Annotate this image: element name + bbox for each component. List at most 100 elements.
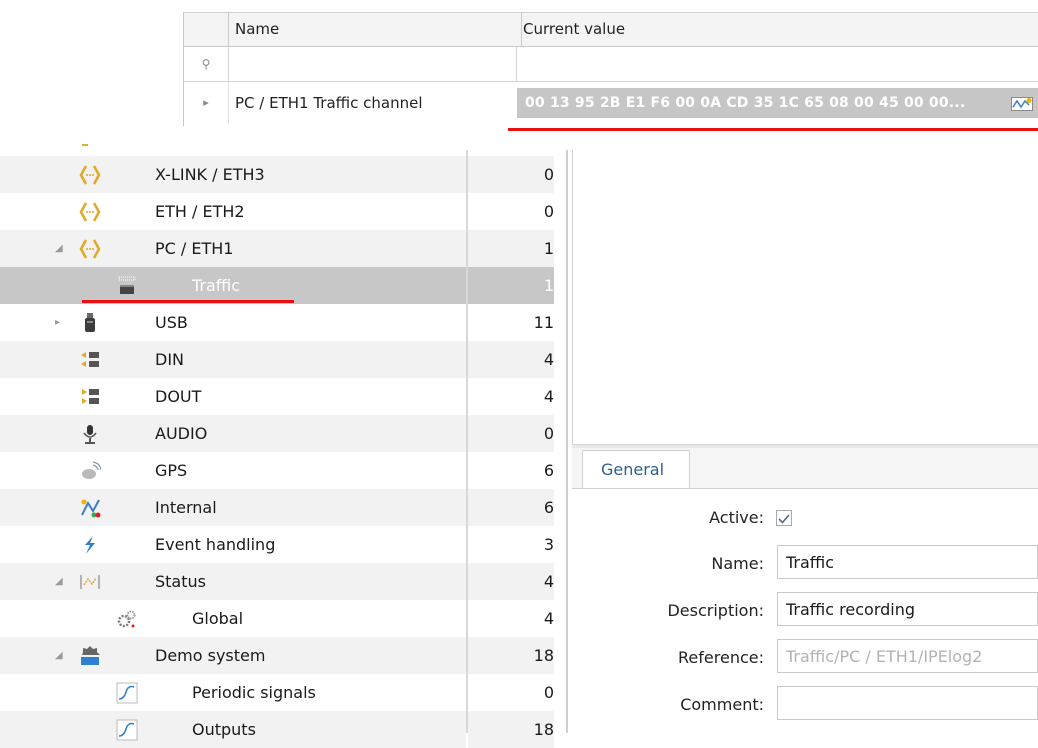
tree-item-label: Outputs — [192, 720, 256, 739]
count-cell: 6 — [543, 461, 554, 480]
grid-header: Name Current value — [184, 13, 1038, 47]
waveform-editor-icon[interactable] — [1011, 97, 1033, 111]
tree-item-gps[interactable]: GPS — [0, 452, 466, 489]
row-indicator-header — [184, 13, 229, 46]
tree-item-global[interactable]: Global — [0, 600, 466, 637]
network-port-icon — [79, 202, 101, 222]
comment-field[interactable] — [777, 686, 1038, 720]
tree-item-label: X-LINK / ETH3 — [155, 165, 265, 184]
tab-strip: General — [572, 448, 1038, 489]
tree-item-label: PC / ETH1 — [155, 239, 234, 258]
tree-item-internal[interactable]: Internal — [0, 489, 466, 526]
signal-curve-icon — [116, 719, 138, 741]
count-cell: 4 — [543, 609, 554, 628]
tree-item-demo-system[interactable]: ◢ Demo system — [0, 637, 466, 674]
active-label: Active: — [709, 508, 764, 527]
signal-curve-icon — [116, 682, 138, 704]
count-cell: 0 — [468, 415, 554, 452]
name-field[interactable]: Traffic — [777, 545, 1038, 579]
tree-item-din[interactable]: DIN — [0, 341, 466, 378]
grid-data-row[interactable]: ▸ PC / ETH1 Traffic channel 00 13 95 2B … — [184, 83, 1038, 123]
count-cell: 1 — [468, 267, 554, 304]
collapse-arrow-icon[interactable]: ◢ — [55, 563, 69, 600]
channel-name-cell: PC / ETH1 Traffic channel — [235, 94, 423, 112]
collapse-arrow-icon[interactable]: ◢ — [55, 637, 69, 674]
count-cell: 1 — [468, 230, 554, 267]
channel-value-text: 00 13 95 2B E1 F6 00 0A CD 35 1C 65 08 0… — [525, 95, 966, 111]
channel-tree: X-LINK / ETH3 ETH / ETH2 ◢ PC / ETH1 Tra… — [0, 140, 468, 748]
count-cell: 4 — [543, 387, 554, 406]
tree-item-label: ETH / ETH2 — [155, 202, 245, 221]
tree-item-dout[interactable]: DOUT — [0, 378, 466, 415]
tree-item-label: DIN — [155, 350, 185, 369]
tree-item-pc-eth1[interactable]: ◢ PC / ETH1 — [0, 230, 466, 267]
lightning-icon — [85, 536, 95, 554]
tree-item-label: USB — [155, 313, 188, 332]
properties-panel: General Active: Name: Traffic Descriptio… — [572, 448, 1038, 733]
tree-item-outputs[interactable]: Outputs — [0, 711, 466, 748]
network-port-icon — [79, 239, 101, 259]
tree-item-label: Event handling — [155, 535, 276, 554]
tab-general[interactable]: General — [582, 450, 690, 488]
traffic-highlight-underline — [82, 300, 294, 303]
description-label: Description: — [667, 601, 764, 620]
microphone-icon — [83, 425, 97, 444]
tree-item-label: Internal — [155, 498, 217, 517]
count-cell: 11 — [533, 313, 554, 332]
tree-item-label: Demo system — [155, 646, 266, 665]
tree-item-audio[interactable]: AUDIO — [0, 415, 466, 452]
usb-icon — [85, 313, 95, 332]
count-cell: 18 — [468, 711, 554, 748]
collapse-arrow-icon[interactable]: ◢ — [55, 230, 69, 267]
count-cell: 3 — [543, 535, 554, 554]
digital-output-icon — [82, 389, 99, 404]
scroll-marker — [82, 144, 88, 146]
tree-item-label: GPS — [155, 461, 188, 480]
filter-pin-icon: ⚲ — [184, 47, 229, 81]
satellite-icon — [82, 461, 101, 479]
column-header-name[interactable]: Name — [229, 13, 522, 46]
description-field[interactable]: Traffic recording — [777, 592, 1038, 626]
digital-input-icon — [81, 352, 99, 367]
column-header-current-value[interactable]: Current value — [517, 13, 1038, 46]
channel-grid: Name Current value ⚲ ▸ PC / ETH1 Traffic… — [183, 12, 1038, 126]
tree-item-label: DOUT — [155, 387, 202, 406]
tree-item-label: AUDIO — [155, 424, 208, 443]
demo-system-icon — [81, 646, 100, 665]
tree-item-eth-eth2[interactable]: ETH / ETH2 — [0, 193, 466, 230]
channel-value-cell[interactable]: 00 13 95 2B E1 F6 00 0A CD 35 1C 65 08 0… — [517, 88, 1038, 118]
comment-label: Comment: — [680, 695, 764, 714]
filter-name-cell[interactable] — [229, 47, 517, 81]
count-column: 0 0 1 1 11 4 4 0 6 6 3 4 4 18 0 18 — [468, 150, 568, 748]
tree-item-label: Global — [192, 609, 244, 628]
properties-body: Active: Name: Traffic Description: Traff… — [572, 489, 1038, 733]
tree-item-label: Traffic — [192, 276, 241, 295]
expand-arrow-icon[interactable]: ▸ — [55, 304, 69, 341]
tree-item-x-link-eth3[interactable]: X-LINK / ETH3 — [0, 144, 466, 193]
checkmark-icon — [778, 514, 790, 524]
tree-item-periodic-signals[interactable]: Periodic signals — [0, 674, 466, 711]
count-cell: 18 — [468, 637, 554, 674]
detail-panel — [572, 150, 1038, 445]
count-cell: 6 — [468, 489, 554, 526]
filter-row: ⚲ — [184, 47, 1038, 82]
value-highlight-underline — [508, 128, 1038, 131]
tree-item-traffic[interactable]: Traffic — [0, 267, 466, 304]
name-label: Name: — [711, 554, 764, 573]
tree-item-label: Periodic signals — [192, 683, 316, 702]
tree-item-event-handling[interactable]: Event handling — [0, 526, 466, 563]
status-icon — [80, 575, 100, 589]
count-cell: 0 — [468, 156, 554, 193]
row-expand-icon[interactable]: ▸ — [184, 83, 229, 123]
tree-item-usb[interactable]: ▸ USB — [0, 304, 466, 341]
reference-field: Traffic/PC / ETH1/IPElog2 — [777, 639, 1038, 673]
active-checkbox[interactable] — [776, 510, 792, 526]
tree-item-status[interactable]: ◢ Status — [0, 563, 466, 600]
tree-item-label: Status — [155, 572, 206, 591]
count-cell: 0 — [543, 683, 554, 702]
splitter[interactable] — [566, 150, 568, 733]
traffic-recorder-icon — [118, 276, 136, 294]
internal-signals-icon — [81, 499, 101, 518]
count-cell: 0 — [543, 202, 554, 221]
gears-icon — [117, 610, 136, 628]
